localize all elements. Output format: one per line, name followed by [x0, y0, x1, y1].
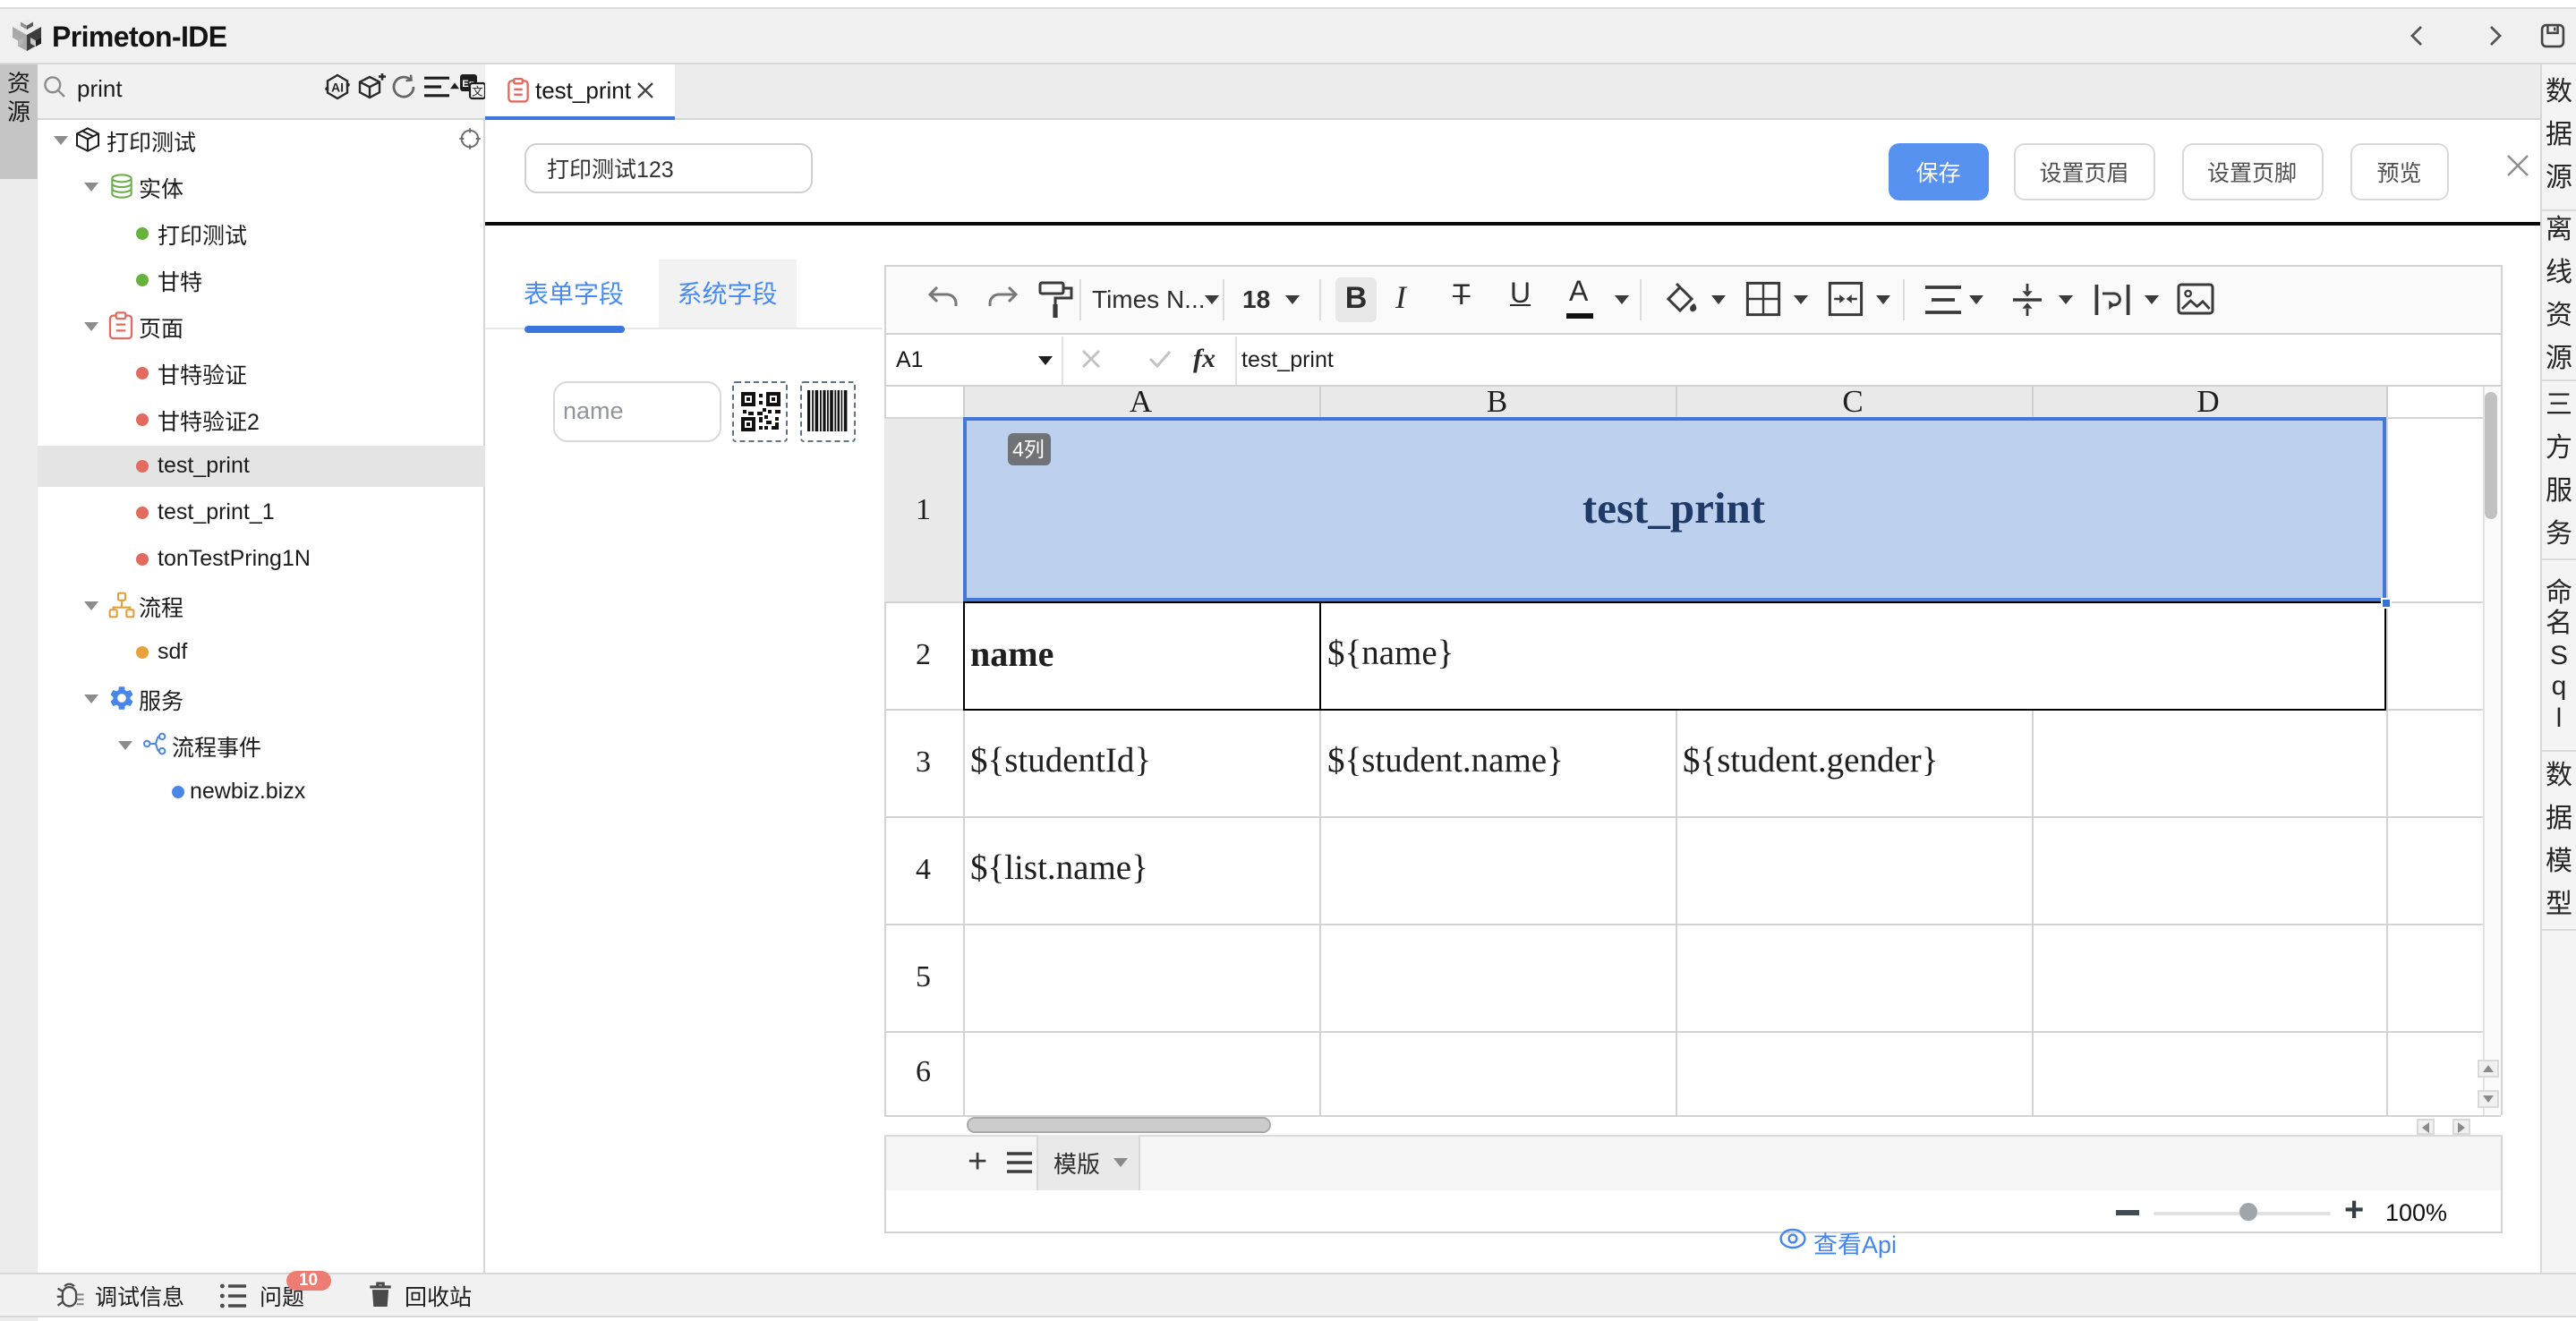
- svg-text:AI: AI: [331, 81, 344, 95]
- svg-text:文: 文: [472, 85, 482, 98]
